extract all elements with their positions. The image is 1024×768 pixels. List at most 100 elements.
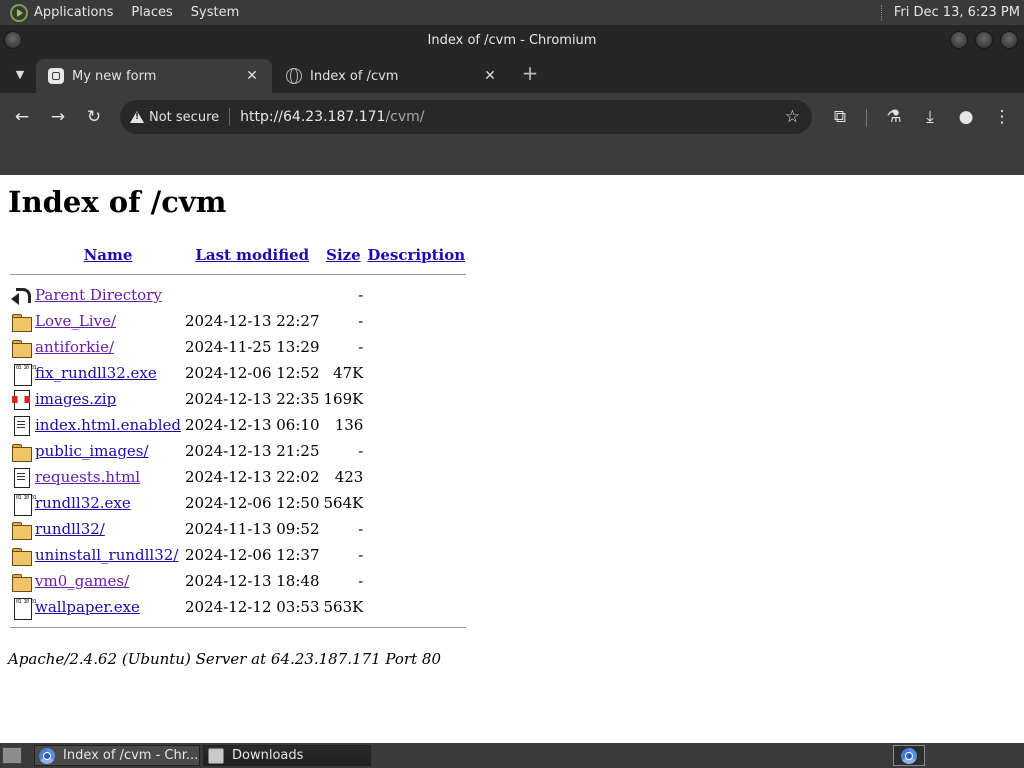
tab-strip: ▼ My new form ✕ Index of /cvm ✕ + (0, 55, 1024, 93)
forward-arrow-icon[interactable]: → (46, 105, 70, 129)
new-tab-plus-icon[interactable]: + (520, 61, 540, 85)
tab-title: Index of /cvm (310, 68, 399, 84)
file-link[interactable]: antiforkie/ (35, 338, 114, 356)
row-description-cell (366, 309, 466, 333)
file-link[interactable]: index.html.enabled (35, 416, 181, 434)
sort-by-description-link[interactable]: Description (367, 246, 465, 264)
file-link[interactable]: public_images/ (35, 442, 149, 460)
row-size-cell: - (358, 286, 364, 304)
labs-flask-icon[interactable]: ⚗ (882, 105, 906, 129)
window-titlebar[interactable]: Index of /cvm - Chromium (0, 25, 1024, 55)
row-size-cell: - (358, 520, 364, 538)
row-icon-cell (10, 283, 32, 307)
row-icon-cell (10, 491, 32, 516)
taskbar-item-chromium[interactable]: Index of /cvm - Chr... (34, 745, 200, 766)
warning-icon[interactable] (130, 111, 144, 123)
file-link[interactable]: vm0_games/ (35, 572, 129, 590)
url-host: http://64.23.187.171 (240, 109, 386, 125)
reload-icon[interactable]: ↻ (82, 105, 106, 129)
file-link[interactable]: rundll32/ (35, 520, 105, 538)
back-arrow-icon[interactable]: ← (10, 105, 34, 129)
address-bar[interactable]: Not secure http://64.23.187.171/cvm/ ☆ (120, 100, 812, 134)
row-size-cell: 136 (334, 416, 364, 434)
row-modified-cell: 2024-12-06 12:52 (185, 364, 320, 382)
tab-search-chevron-down-icon[interactable]: ▼ (11, 65, 29, 83)
file-link[interactable]: wallpaper.exe (35, 598, 140, 616)
file-link[interactable]: requests.html (35, 468, 140, 486)
bookmark-star-icon[interactable]: ☆ (785, 107, 800, 127)
tray-chromium-icon[interactable] (893, 745, 925, 766)
row-modified-cell: 2024-12-13 06:10 (185, 416, 320, 434)
row-description-cell (366, 335, 466, 359)
folder-icon (11, 311, 32, 332)
row-modified-cell: 2024-11-13 09:52 (185, 520, 320, 538)
file-link[interactable]: Love_Live/ (35, 312, 116, 330)
maximize-button[interactable] (975, 31, 993, 49)
menu-places[interactable]: Places (131, 5, 172, 20)
profile-avatar-icon[interactable]: ● (954, 105, 978, 129)
row-modified-cell: 2024-12-13 18:48 (185, 572, 320, 590)
table-row: requests.html 2024-12-13 22:02 423 (10, 465, 466, 489)
url-path: /cvm/ (385, 109, 425, 125)
form-favicon-icon (48, 68, 64, 84)
show-desktop-icon[interactable] (2, 747, 22, 764)
row-description-cell (366, 283, 466, 307)
row-size-cell: 47K (333, 364, 364, 382)
row-modified-cell: 2024-12-06 12:37 (185, 546, 320, 564)
distro-logo-icon[interactable] (10, 3, 28, 22)
page-title: Index of /cvm (8, 185, 227, 219)
file-link[interactable]: rundll32.exe (35, 494, 131, 512)
sort-by-size-link[interactable]: Size (326, 246, 361, 264)
footer-rule (10, 621, 467, 634)
security-label[interactable]: Not secure (149, 110, 219, 125)
row-name-cell: Love_Live/ (34, 309, 182, 333)
kebab-menu-icon[interactable]: ⋮ (990, 105, 1014, 129)
header-name[interactable]: Name (34, 243, 182, 266)
table-row: images.zip 2024-12-13 22:35 169K (10, 387, 466, 411)
minimize-button[interactable] (950, 31, 968, 49)
file-link[interactable]: fix_rundll32.exe (35, 364, 157, 382)
table-row: antiforkie/2024-11-25 13:29 - (10, 335, 466, 359)
menu-applications[interactable]: Applications (34, 5, 113, 20)
text-icon (11, 467, 31, 488)
window-title: Index of /cvm - Chromium (427, 32, 597, 48)
clock[interactable]: Fri Dec 13, 6:23 PM (894, 5, 1020, 20)
row-description-cell (366, 413, 466, 437)
row-name-cell: public_images/ (34, 439, 182, 463)
sort-by-modified-link[interactable]: Last modified (195, 246, 309, 264)
row-modified-cell: 2024-12-13 22:35 (185, 390, 320, 408)
file-link[interactable]: uninstall_rundll32/ (35, 546, 178, 564)
table-row: fix_rundll32.exe 2024-12-06 12:52 47K (10, 361, 466, 386)
row-modified-cell: 2024-12-13 22:27 (185, 312, 320, 330)
row-name-cell: images.zip (34, 387, 182, 411)
row-description-cell (366, 543, 466, 567)
extensions-puzzle-icon[interactable]: ⧉ (828, 105, 852, 129)
close-window-button[interactable] (1000, 31, 1018, 49)
row-modified-cell (184, 283, 320, 307)
row-name-cell: vm0_games/ (34, 569, 182, 593)
row-modified-cell: 2024-12-06 12:50 (185, 494, 320, 512)
file-link[interactable]: Parent Directory (35, 286, 162, 304)
row-name-cell: Parent Directory (34, 283, 182, 307)
window-menu-button[interactable] (4, 31, 22, 49)
binary-icon (11, 363, 32, 386)
menu-system[interactable]: System (191, 5, 239, 20)
row-icon-cell (10, 517, 32, 541)
tab-close-icon[interactable]: ✕ (244, 68, 260, 84)
tab-index-of-cvm[interactable]: Index of /cvm ✕ (274, 59, 510, 93)
row-name-cell: uninstall_rundll32/ (34, 543, 182, 567)
text-icon (11, 415, 31, 436)
row-size-cell: - (358, 312, 364, 330)
table-row: public_images/2024-12-13 21:25 - (10, 439, 466, 463)
tab-my-new-form[interactable]: My new form ✕ (36, 59, 272, 93)
table-row: Parent Directory - (10, 283, 466, 307)
file-link[interactable]: images.zip (35, 390, 116, 408)
sort-by-name-link[interactable]: Name (84, 246, 133, 264)
download-icon[interactable]: ⤓ (918, 105, 942, 129)
tab-close-icon[interactable]: ✕ (482, 68, 498, 84)
taskbar-item-downloads[interactable]: Downloads (203, 745, 371, 766)
header-description[interactable]: Description (366, 243, 466, 266)
row-description-cell (366, 465, 466, 489)
header-size[interactable]: Size (323, 243, 365, 266)
header-last-modified[interactable]: Last modified (184, 243, 320, 266)
